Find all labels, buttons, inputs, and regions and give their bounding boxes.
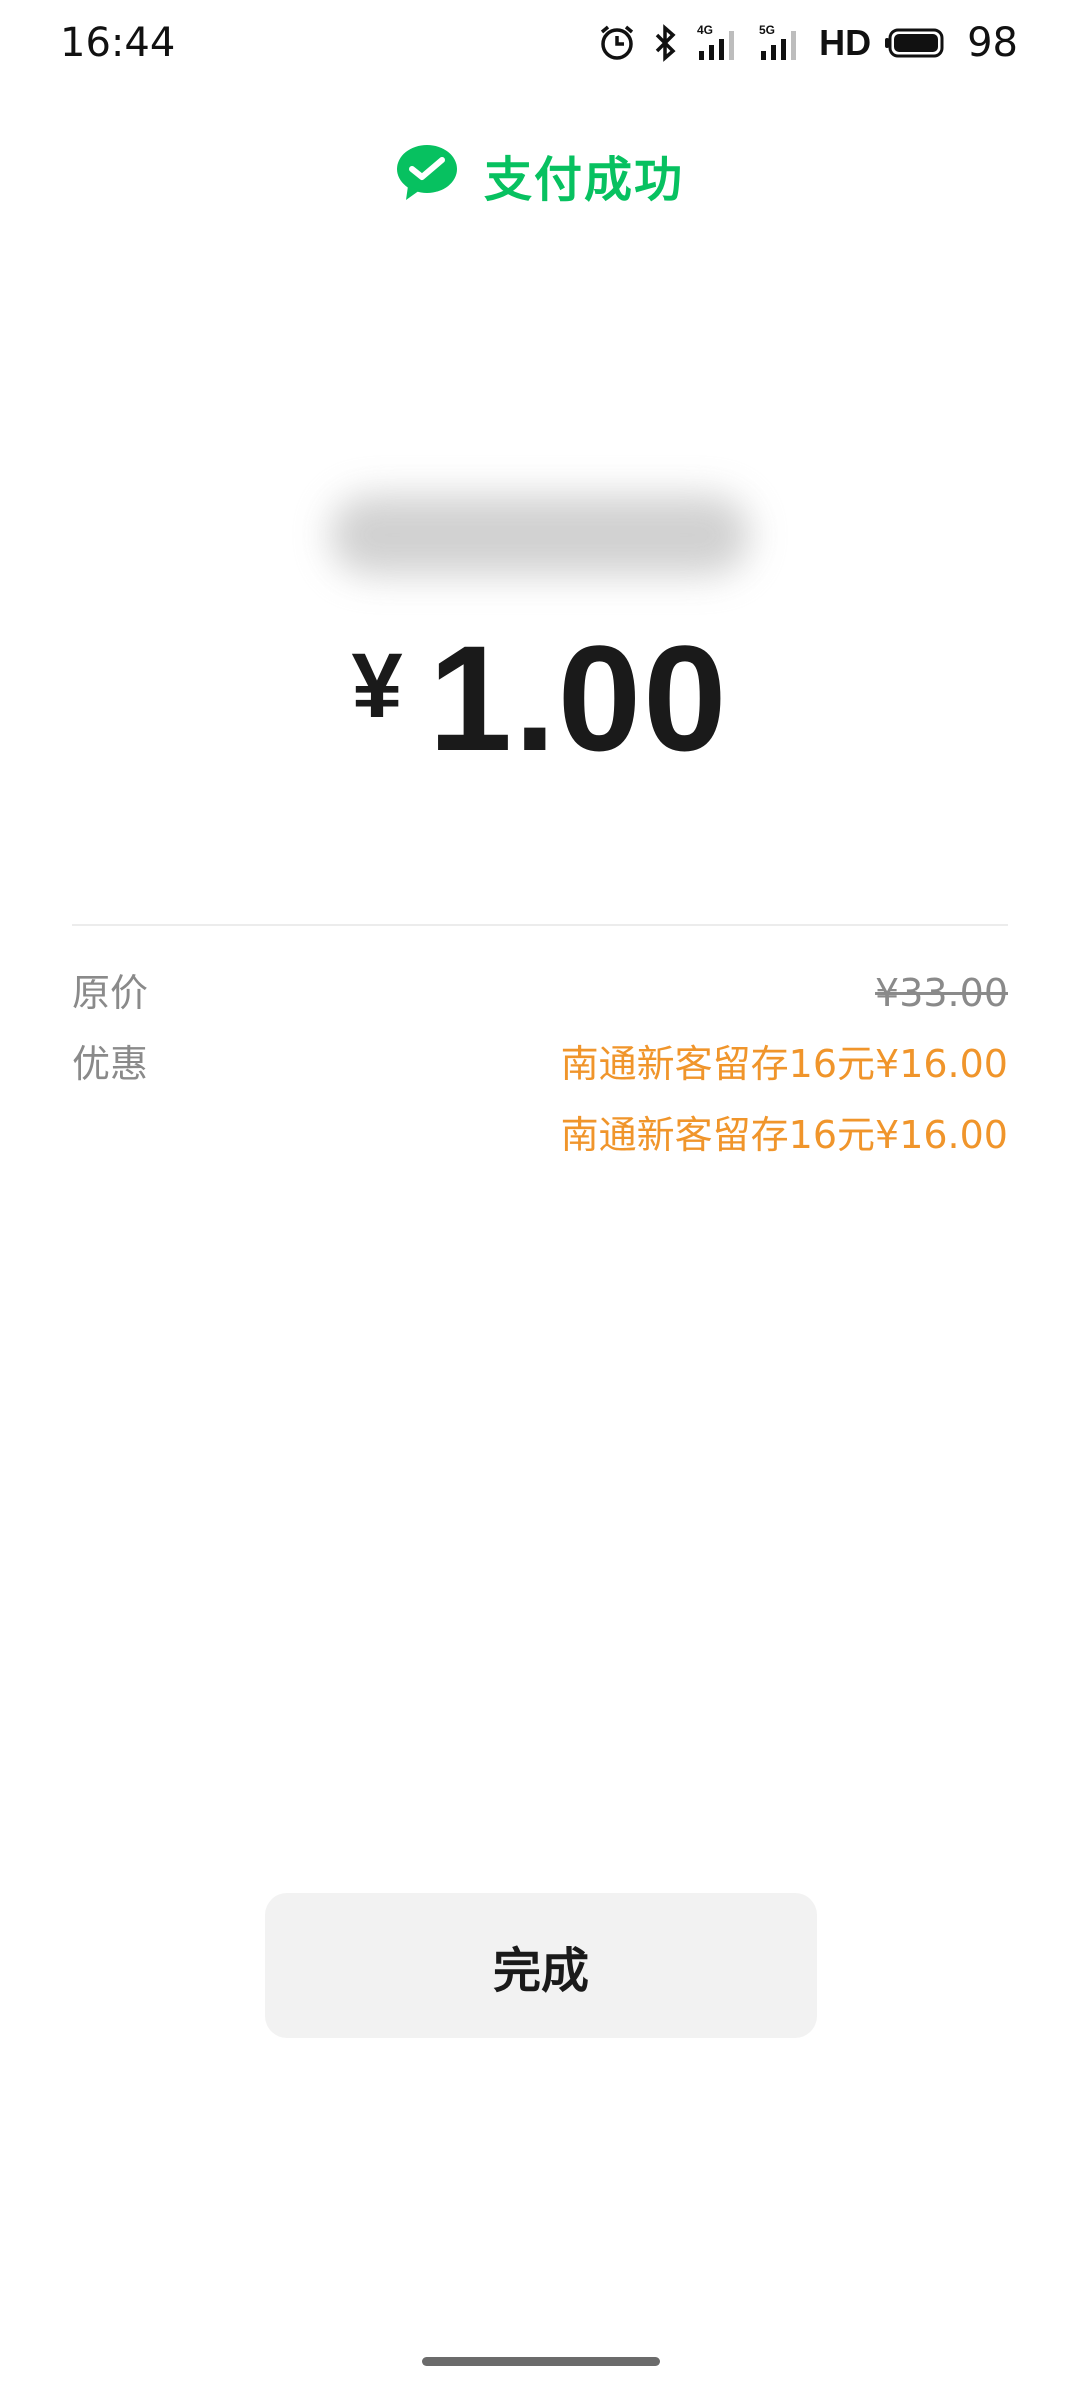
original-price-label: 原价	[72, 971, 149, 1015]
bluetooth-icon	[651, 23, 681, 63]
signal-4g-icon: 4G	[695, 23, 743, 63]
home-indicator[interactable]	[422, 2357, 660, 2366]
amount-value: 1.00	[428, 614, 729, 782]
network-4g-label: 4G	[697, 23, 713, 37]
done-button[interactable]: 完成	[265, 1893, 817, 2038]
status-bar: 16:44 4G 5G HD 98	[0, 0, 1080, 90]
wechat-pay-icon	[396, 144, 458, 206]
battery-icon	[885, 23, 949, 63]
signal-5g-icon: 5G	[757, 23, 805, 63]
page-title: 支付成功	[483, 152, 684, 208]
network-5g-label: 5G	[759, 23, 775, 37]
merchant-name-blurred	[330, 495, 750, 575]
discount-item: 南通新客留存16元¥16.00	[560, 1042, 1008, 1086]
status-time: 16:44	[60, 20, 176, 66]
hd-icon: HD	[819, 22, 872, 63]
discount-row-2: 南通新客留存16元¥16.00	[72, 1105, 1008, 1165]
discount-row: 优惠 南通新客留存16元¥16.00	[72, 1034, 1008, 1094]
payment-amount: ¥1.00	[0, 612, 1080, 785]
payment-success-header: 支付成功	[0, 140, 1080, 210]
discount-label: 优惠	[72, 1042, 149, 1086]
divider	[72, 924, 1008, 926]
alarm-icon	[597, 23, 637, 63]
battery-level: 98	[967, 20, 1018, 66]
status-icons: 4G 5G HD 98	[597, 18, 1018, 68]
original-price-value: ¥33.00	[875, 971, 1008, 1015]
currency-symbol: ¥	[351, 635, 403, 737]
discount-item: 南通新客留存16元¥16.00	[560, 1113, 1008, 1157]
original-price-row: 原价 ¥33.00	[72, 963, 1008, 1023]
